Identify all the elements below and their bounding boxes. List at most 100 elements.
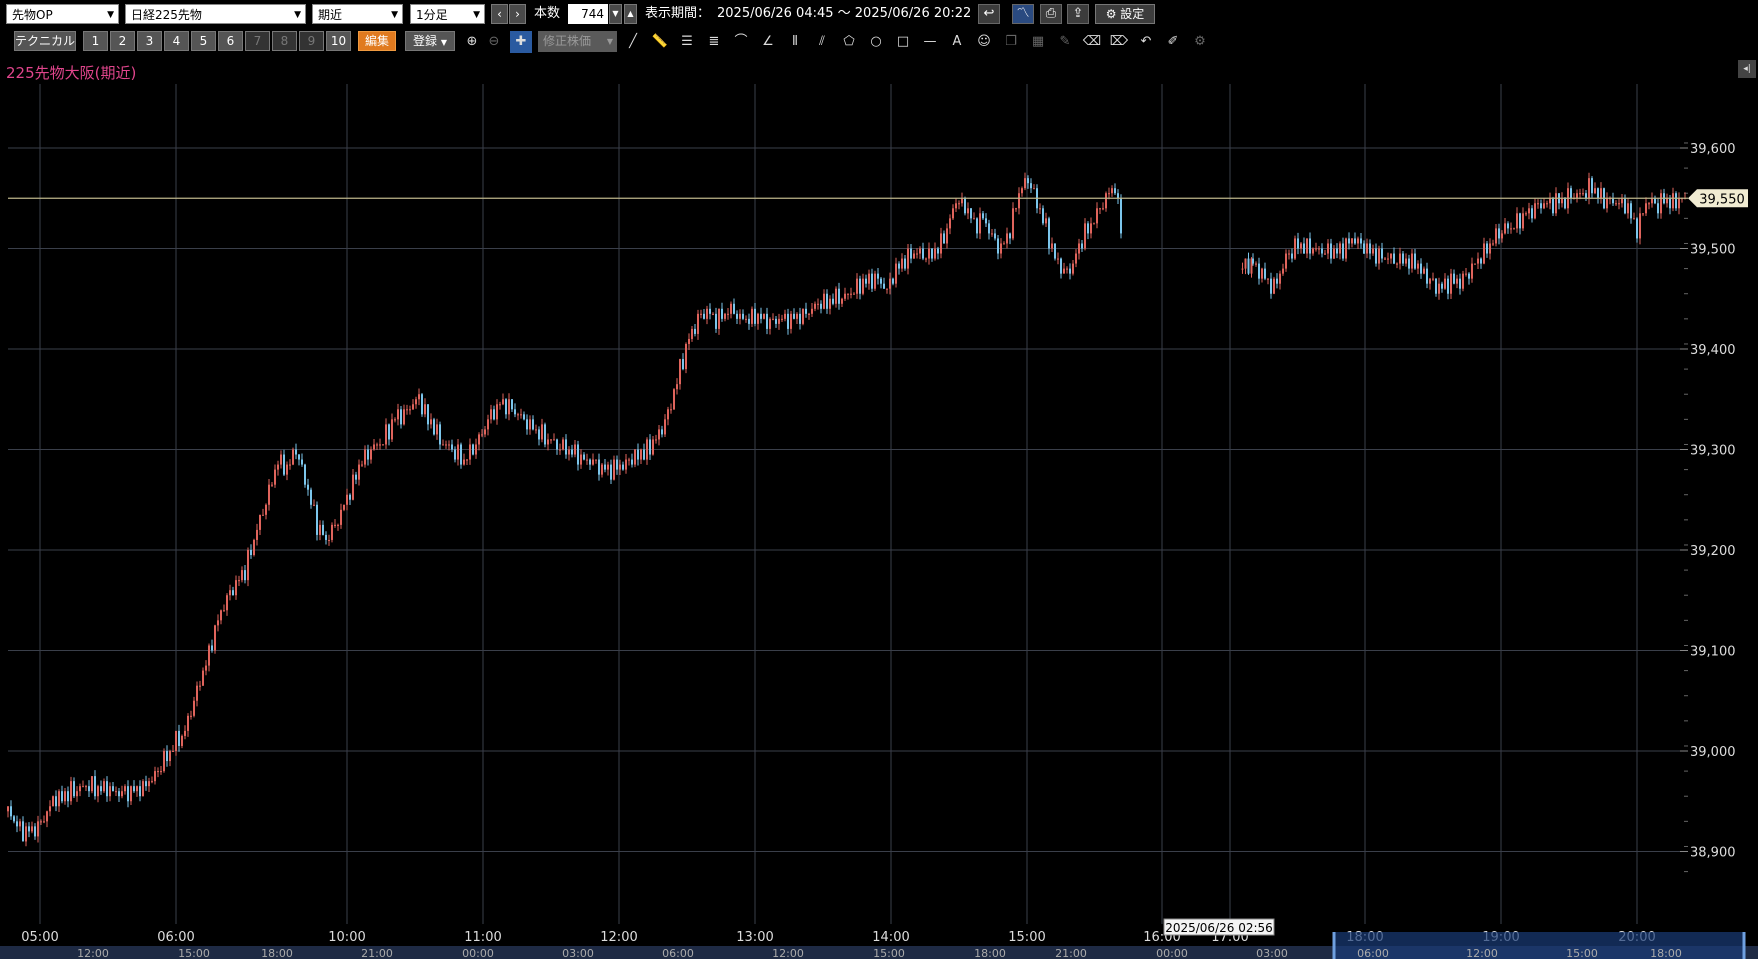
candle-body [571,449,573,455]
candle-body [1591,178,1593,194]
candle-body [1297,238,1299,249]
candle-body [1261,268,1263,279]
candle-body [952,208,954,219]
candle-body [1102,208,1104,210]
candle-body [808,313,810,315]
candle-body [160,771,162,773]
candle-body [1399,253,1401,264]
candle-body [790,313,792,329]
candle-body [97,786,99,797]
candle-body [601,464,603,475]
candle-body [691,328,693,339]
candle-body [34,826,36,837]
navigator-tick-label: 12:00 [1466,947,1498,959]
candle-body [28,826,30,832]
candle-body [628,459,630,461]
candle-body [943,233,945,244]
candle-body [139,786,141,797]
candle-body [1561,198,1563,204]
candle-body [1279,273,1281,284]
candle-body [517,414,519,416]
candle-body [766,313,768,329]
candle-body [1054,243,1056,259]
candle-body [1564,198,1566,209]
candle-body [376,444,378,446]
candle-body [598,459,600,475]
candle-body [829,298,831,309]
candle-body [1534,203,1536,219]
candle-body [469,444,471,460]
candle-body [946,228,948,244]
candle-body [907,248,909,269]
candle-body [775,318,777,324]
candle-body [169,751,171,762]
candle-body [1021,188,1023,194]
candle-body [820,303,822,309]
candle-body [277,464,279,470]
candle-body [1270,278,1272,294]
candle-body [1063,268,1065,274]
candle-body [1621,198,1623,204]
price-tag-label: 39,550 [1699,192,1745,207]
candle-body [394,419,396,421]
candle-body [1255,263,1257,265]
candle-body [1639,213,1641,239]
candle-body [844,293,846,299]
candle-body [340,509,342,525]
candle-body [580,454,582,465]
candle-body [25,826,27,842]
candle-body [958,203,960,205]
candle-body [1405,258,1407,264]
candle-body [1426,268,1428,284]
candle-body [1375,248,1377,264]
candle-body [1045,218,1047,224]
candle-body [289,464,291,466]
candle-body [1027,178,1029,184]
candle-body [1282,268,1284,274]
candle-body [109,786,111,797]
candle-body [670,409,672,411]
candle-body [130,786,132,802]
candle-body [574,444,576,455]
candle-body [118,791,120,797]
candle-body [1003,243,1005,245]
price-chart[interactable]: 39,600 39,500 39,400 39,300 39,200 39,100 39,0… [0,0,1758,959]
candle-body [1582,193,1584,195]
navigator-tick-label: 03:00 [1256,947,1288,959]
candle-body [514,409,516,415]
candle-body [916,253,918,255]
candle-body [1258,263,1260,279]
candle-body [280,454,282,465]
candle-body [718,308,720,329]
candle-body [1441,283,1443,289]
candle-body [1264,268,1266,279]
candle-body [1000,243,1002,254]
candle-body [1012,208,1014,239]
candle-body [94,776,96,797]
candle-body [799,313,801,324]
candle-body [388,424,390,440]
candle-body [499,404,501,406]
candle-body [637,449,639,460]
candle-body [568,449,570,455]
candle-body [1540,203,1542,209]
candle-body [385,424,387,445]
candle-body [1078,243,1080,254]
candle-body [106,781,108,797]
candle-body [349,494,351,500]
candle-body [1321,248,1323,254]
candle-body [448,444,450,446]
candle-body [754,308,756,324]
candle-body [490,409,492,420]
candle-body [1330,243,1332,259]
candle-body [220,610,222,621]
candle-body [886,288,888,290]
y-tick-label: 39,400 [1690,343,1736,358]
candle-body [463,459,465,465]
candle-body [931,248,933,259]
y-tick-label: 39,600 [1690,142,1736,157]
candle-body [1480,258,1482,264]
candle-body [1348,238,1350,244]
candle-body [1672,193,1674,209]
candle-body [937,248,939,254]
